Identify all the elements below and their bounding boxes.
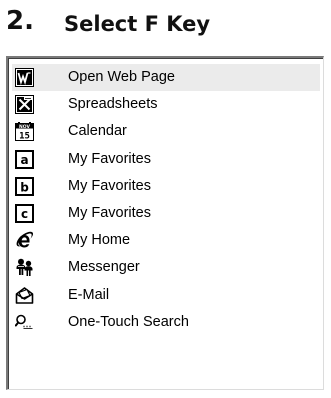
list-item-label: E-Mail xyxy=(68,286,110,303)
list-item-label: One-Touch Search xyxy=(68,313,189,330)
word-w-icon xyxy=(15,68,34,87)
letter-c-text: c xyxy=(21,207,28,221)
list-item-open-web-page[interactable]: Open Web Page xyxy=(12,64,320,92)
list-item-my-home[interactable]: My Home xyxy=(12,227,320,254)
step-number: 2. xyxy=(6,6,34,36)
search-magnifier-icon xyxy=(14,313,34,332)
letter-b-text: b xyxy=(20,180,29,194)
list-item-spreadsheets[interactable]: Spreadsheets xyxy=(12,91,320,118)
letter-b-icon: b xyxy=(15,176,34,196)
list-item-label: Calendar xyxy=(68,123,127,140)
list-item-my-favorites-a[interactable]: a My Favorites xyxy=(12,146,320,173)
list-item-one-touch-search[interactable]: One-Touch Search xyxy=(12,309,320,336)
list-item-label: My Favorites xyxy=(68,204,151,221)
list-item-my-favorites-b[interactable]: b My Favorites xyxy=(12,173,320,200)
calendar-day-text: 15 xyxy=(19,132,30,142)
step-title: Select F Key xyxy=(64,12,211,36)
messenger-icon xyxy=(15,258,34,277)
list-item-email[interactable]: E-Mail xyxy=(12,282,320,309)
letter-c-icon: c xyxy=(15,203,34,223)
excel-x-icon xyxy=(15,95,34,115)
list-item-label: Spreadsheets xyxy=(68,96,158,113)
f-key-list: Open Web Page Spreadsheets NOV 15 Calend… xyxy=(12,64,320,336)
list-item-my-favorites-c[interactable]: c My Favorites xyxy=(12,200,320,227)
step-header: 2. Select F Key xyxy=(0,0,331,54)
internet-explorer-icon xyxy=(15,231,34,250)
list-item-label: My Favorites xyxy=(68,177,151,194)
list-item-label: Messenger xyxy=(68,259,140,276)
letter-a-icon: a xyxy=(15,149,34,169)
list-item-calendar[interactable]: NOV 15 Calendar xyxy=(12,118,320,145)
list-item-label: Open Web Page xyxy=(68,69,175,85)
calendar-month-text: NOV xyxy=(19,124,30,130)
calendar-icon: NOV 15 xyxy=(15,122,34,142)
list-item-messenger[interactable]: Messenger xyxy=(12,254,320,281)
f-key-listbox[interactable]: Open Web Page Spreadsheets NOV 15 Calend… xyxy=(6,56,324,390)
email-envelope-icon xyxy=(15,286,34,305)
letter-a-text: a xyxy=(20,153,28,167)
list-item-label: My Favorites xyxy=(68,150,151,167)
list-item-label: My Home xyxy=(68,232,131,249)
